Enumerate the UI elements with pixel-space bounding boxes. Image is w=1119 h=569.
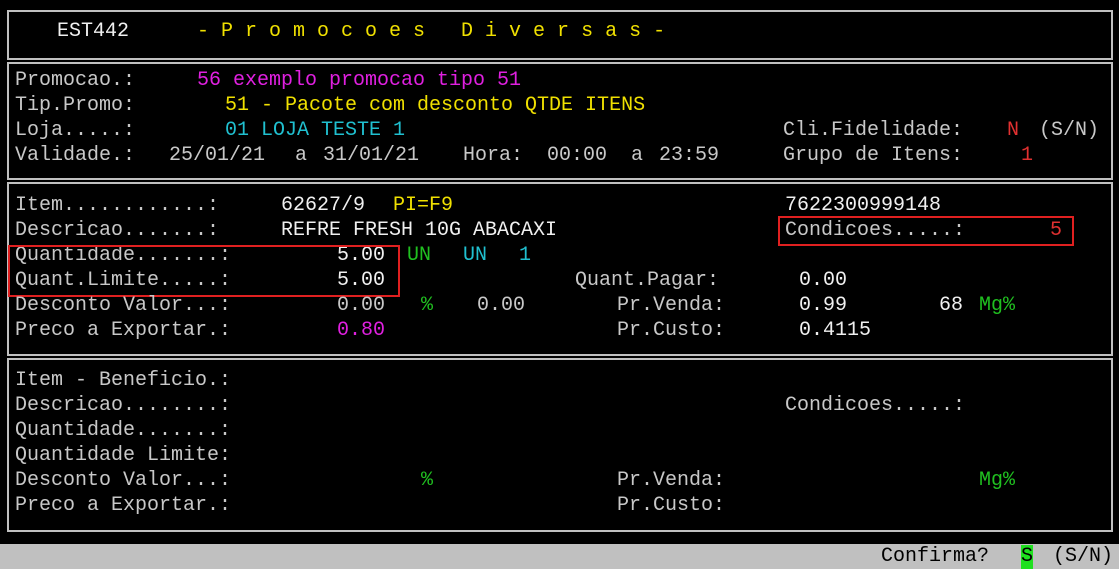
item-value[interactable]: 62627/9 [281, 194, 365, 218]
screen-title: - P r o m o c o e s D i v e r s a s - [197, 20, 666, 43]
terminal-screen: EST442 - P r o m o c o e s D i v e r s a… [0, 0, 1119, 569]
margin-label: Mg% [979, 294, 1016, 317]
quant-pagar-label: Quant.Pagar: [575, 269, 720, 292]
hora-from[interactable]: 00:00 [547, 144, 607, 168]
unit-qty: 1 [519, 244, 532, 267]
pr-custo-value: 0.4115 [799, 319, 872, 342]
hora-sep: a [631, 144, 644, 167]
quantidade-highlight [8, 245, 400, 297]
loja-value[interactable]: 01 LOJA TESTE 1 [225, 119, 405, 143]
validade-sep: a [295, 144, 308, 167]
hora-to[interactable]: 23:59 [659, 144, 719, 168]
pi-value: PI=F9 [393, 194, 454, 217]
beneficio-quantidade-label: Quantidade.......: [15, 419, 232, 442]
fidelidade-value[interactable]: N [1007, 119, 1019, 143]
descricao-value: REFRE FRESH 10G ABACAXI [281, 219, 558, 242]
confirm-prompt: Confirma? [881, 545, 990, 568]
validade-from[interactable]: 25/01/21 [169, 144, 265, 168]
desconto-value[interactable]: 0.00 [337, 294, 385, 318]
beneficio-condicoes-label: Condicoes.....: [785, 394, 966, 417]
promocao-label: Promocao.: [15, 69, 136, 92]
beneficio-item-label: Item - Beneficio.: [15, 369, 232, 392]
fidelidade-label: Cli.Fidelidade: [783, 119, 964, 142]
item-label: Item............: [15, 194, 220, 217]
beneficio-desconto-label: Desconto Valor...: [15, 469, 232, 492]
barcode-value: 7622300999148 [785, 194, 942, 217]
pr-venda-label: Pr.Venda: [617, 294, 726, 317]
validade-to[interactable]: 31/01/21 [323, 144, 419, 168]
condicoes-highlight [778, 216, 1074, 246]
fidelidade-hint: (S/N) [1039, 119, 1100, 142]
tipo-promo-label: Tip.Promo: [15, 94, 136, 117]
unit-1: UN [407, 244, 432, 267]
desconto-pct-value[interactable]: 0.00 [477, 294, 525, 318]
beneficio-quant-limite-label: Quantidade Limite: [15, 444, 232, 467]
validade-label: Validade.: [15, 144, 136, 167]
grupo-itens-value[interactable]: 1 [1021, 144, 1033, 168]
loja-label: Loja.....: [15, 119, 136, 142]
confirm-hint: (S/N) [1053, 545, 1114, 568]
descricao-label: Descricao.......: [15, 219, 220, 242]
beneficio-pr-venda-label: Pr.Venda: [617, 469, 726, 492]
beneficio-preco-exportar-label: Preco a Exportar.: [15, 494, 232, 517]
beneficio-pct-sign: % [421, 469, 434, 492]
confirm-key[interactable]: S [1021, 545, 1034, 569]
tipo-promo-value[interactable]: 51 - Pacote com desconto QTDE ITENS [225, 94, 645, 118]
pr-custo-label: Pr.Custo: [617, 319, 726, 342]
desconto-label: Desconto Valor...: [15, 294, 232, 317]
beneficio-descricao-label: Descricao........: [15, 394, 232, 417]
beneficio-pr-custo-label: Pr.Custo: [617, 494, 726, 517]
promocao-value[interactable]: 56 exemplo promocao tipo 51 [197, 69, 521, 93]
quant-pagar-value[interactable]: 0.00 [799, 269, 847, 293]
hora-label: Hora: [463, 144, 524, 167]
unit-2: UN [463, 244, 488, 267]
screen-code: EST442 [57, 20, 130, 43]
margin-value: 68 [939, 294, 964, 317]
preco-exportar-value[interactable]: 0.80 [337, 319, 385, 343]
pr-venda-value[interactable]: 0.99 [799, 294, 847, 318]
grupo-itens-label: Grupo de Itens: [783, 144, 964, 167]
preco-exportar-label: Preco a Exportar.: [15, 319, 232, 342]
desconto-pct-sign: % [421, 294, 434, 317]
beneficio-margin-label: Mg% [979, 469, 1016, 492]
